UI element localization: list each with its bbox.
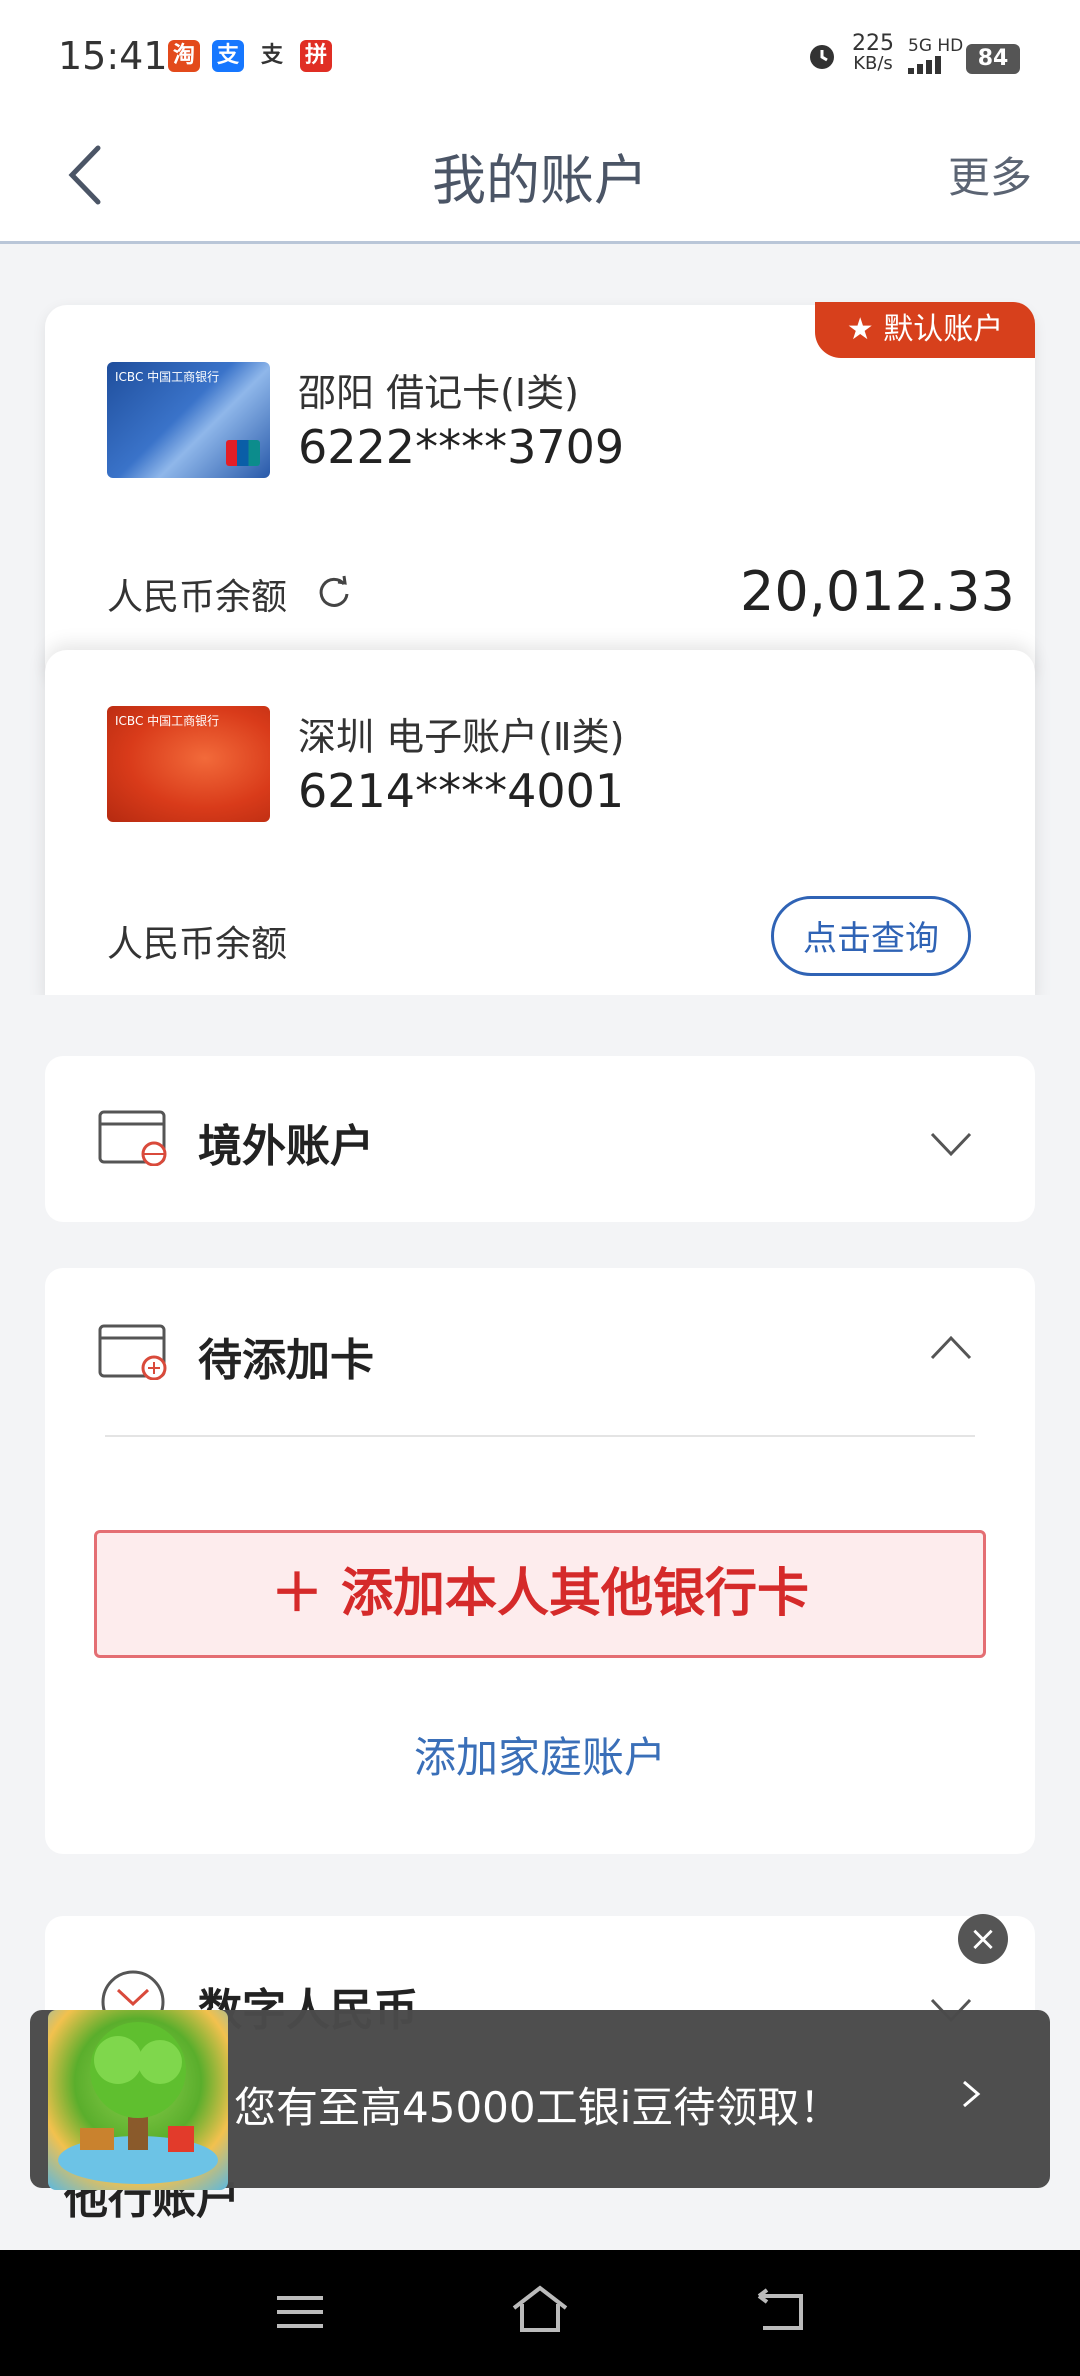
account-name: 邵阳 借记卡(Ⅰ类) [298,371,579,415]
network-type: 5G HD [908,36,964,56]
globe-card-icon [98,1110,168,1167]
account-name: 深圳 电子账户(Ⅱ类) [298,715,625,759]
default-account-badge: ★ 默认账户 [815,302,1035,358]
star-icon: ★ [846,312,874,347]
pending-cards-title: 待添加卡 [198,1335,374,1386]
alarm-icon [806,40,838,72]
refresh-icon[interactable] [314,572,354,612]
chevron-right-icon[interactable] [960,2074,984,2124]
add-family-account-link[interactable]: 添加家庭账户 [0,1724,1080,1785]
balance-label: 人民币余额 [107,924,288,965]
pinduoduo-app-icon: 拼 [300,40,332,72]
query-balance-button[interactable]: 点击查询 [771,896,971,976]
balance-label: 人民币余额 [107,577,288,618]
promo-toast-text: 您有至高45000工银i豆待领取！ [234,2083,842,2132]
more-button[interactable]: 更多 [948,144,1032,205]
chevron-down-icon[interactable] [928,1130,974,1160]
menu-icon[interactable] [275,2292,325,2332]
add-bank-card-button[interactable]: ＋ 添加本人其他银行卡 [94,1530,986,1658]
network-speed: 225 KB/s [852,31,894,74]
account-number: 6222****3709 [298,420,625,474]
alipay-app-icon: 支 [212,40,244,72]
divider [105,1435,975,1437]
balance-value: 20,012.33 [740,560,1015,623]
battery-indicator: 84 [966,44,1020,74]
taobao-app-icon: 淘 [168,40,200,72]
signal-icon [908,56,954,74]
alipay-mini-icon: 支 [256,40,288,72]
add-card-icon [98,1324,168,1381]
account-number: 6214****4001 [298,764,625,818]
overseas-account-title: 境外账户 [198,1121,374,1172]
home-icon[interactable] [510,2284,570,2334]
back-nav-icon[interactable] [755,2288,805,2332]
chevron-up-icon[interactable] [928,1332,974,1362]
icbc-electronic-card-image: ICBC 中国工商银行 [107,706,270,822]
status-time: 15:41 [58,34,168,78]
promo-tree-image [48,2010,228,2190]
page-title: 我的账户 [432,149,648,212]
unionpay-logo-icon [226,440,260,466]
icbc-debit-card-image: ICBC 中国工商银行 [107,362,270,478]
close-icon[interactable]: × [958,1914,1008,1964]
overseas-account-section[interactable] [45,1056,1035,1222]
